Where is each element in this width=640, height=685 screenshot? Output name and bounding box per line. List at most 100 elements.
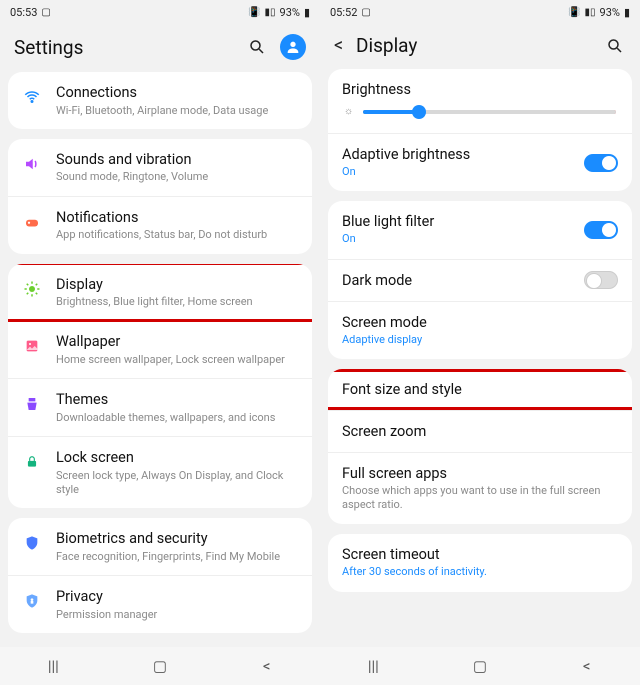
row-title: Connections bbox=[56, 83, 300, 103]
battery-icon: ▮ bbox=[304, 6, 310, 19]
settings-card: ConnectionsWi-Fi, Bluetooth, Airplane mo… bbox=[8, 72, 312, 129]
settings-row-sounds-and-vibration[interactable]: Sounds and vibrationSound mode, Ringtone… bbox=[8, 139, 312, 196]
row-full-screen-apps[interactable]: Full screen apps Choose which apps you wa… bbox=[328, 452, 632, 525]
row-screen-zoom[interactable]: Screen zoom bbox=[328, 410, 632, 452]
search-icon[interactable] bbox=[246, 36, 268, 58]
row-subtitle: On bbox=[342, 165, 618, 179]
notif-icon bbox=[20, 210, 44, 234]
settings-row-connections[interactable]: ConnectionsWi-Fi, Bluetooth, Airplane mo… bbox=[8, 72, 312, 129]
row-subtitle: Screen lock type, Always On Display, and… bbox=[56, 469, 300, 498]
row-title: Display bbox=[56, 275, 300, 295]
row-subtitle: Home screen wallpaper, Lock screen wallp… bbox=[56, 353, 300, 367]
toggle-adaptive-brightness[interactable] bbox=[584, 154, 618, 172]
brightness-row: Brightness ☼ bbox=[328, 69, 632, 133]
media-icon: ▢ bbox=[41, 7, 50, 18]
toggle[interactable] bbox=[584, 221, 618, 239]
brightness-label: Brightness bbox=[342, 81, 618, 98]
nav-back[interactable]: < bbox=[567, 657, 607, 675]
nav-bar: ||| ▢ < bbox=[320, 647, 640, 685]
row-title: Screen timeout bbox=[342, 546, 618, 563]
media-icon: ▢ bbox=[361, 7, 370, 18]
nav-home[interactable]: ▢ bbox=[140, 657, 180, 675]
row-title: Adaptive brightness bbox=[342, 146, 618, 163]
row-screen-timeout[interactable]: Screen timeout After 30 seconds of inacti… bbox=[328, 534, 632, 591]
wallpaper-icon bbox=[20, 334, 44, 358]
sun-icon: ☼ bbox=[344, 106, 353, 117]
sound-icon bbox=[20, 152, 44, 176]
settings-row-display[interactable]: DisplayBrightness, Blue light filter, Ho… bbox=[8, 264, 312, 321]
display-card: Font size and styleScreen zoomFull scree… bbox=[328, 369, 632, 525]
row-subtitle: Permission manager bbox=[56, 608, 300, 622]
row-title: Privacy bbox=[56, 587, 300, 607]
row-title: Sounds and vibration bbox=[56, 150, 300, 170]
row-title: Notifications bbox=[56, 208, 300, 228]
row-blue-light-filter[interactable]: Blue light filter On bbox=[328, 201, 632, 258]
signal-icon: ▮▯ bbox=[585, 7, 596, 18]
profile-avatar[interactable] bbox=[280, 34, 306, 60]
wifi-icon bbox=[20, 85, 44, 109]
phone-settings: 05:53 ▢ 📳 ▮▯ 93% ▮ Settings ConnectionsW… bbox=[0, 0, 320, 685]
settings-card: Biometrics and securityFace recognition,… bbox=[8, 518, 312, 633]
back-button[interactable]: < bbox=[334, 35, 356, 56]
privacy-icon bbox=[20, 589, 44, 613]
battery-icon: ▮ bbox=[624, 6, 630, 19]
settings-list: ConnectionsWi-Fi, Bluetooth, Airplane mo… bbox=[0, 72, 320, 647]
lock-icon bbox=[20, 450, 44, 474]
row-subtitle: After 30 seconds of inactivity. bbox=[342, 565, 618, 579]
status-bar: 05:53 ▢ 📳 ▮▯ 93% ▮ bbox=[0, 0, 320, 24]
vibrate-icon: 📳 bbox=[248, 7, 260, 18]
themes-icon bbox=[20, 392, 44, 416]
display-header: < Display bbox=[320, 24, 640, 69]
settings-row-wallpaper[interactable]: WallpaperHome screen wallpaper, Lock scr… bbox=[8, 320, 312, 378]
nav-home[interactable]: ▢ bbox=[460, 657, 500, 675]
page-title: Display bbox=[356, 34, 604, 57]
brightness-card: Brightness ☼ Adaptive brightness On bbox=[328, 69, 632, 191]
settings-row-privacy[interactable]: PrivacyPermission manager bbox=[8, 575, 312, 633]
nav-recents[interactable]: ||| bbox=[33, 657, 73, 675]
settings-row-lock-screen[interactable]: Lock screenScreen lock type, Always On D… bbox=[8, 436, 312, 508]
row-subtitle: Sound mode, Ringtone, Volume bbox=[56, 170, 300, 184]
row-subtitle: Brightness, Blue light filter, Home scre… bbox=[56, 295, 300, 309]
slider-thumb[interactable] bbox=[412, 105, 426, 119]
status-bar: 05:52 ▢ 📳 ▮▯ 93% ▮ bbox=[320, 0, 640, 24]
page-title: Settings bbox=[14, 36, 246, 59]
brightness-slider[interactable] bbox=[363, 110, 616, 114]
nav-back[interactable]: < bbox=[247, 657, 287, 675]
vibrate-icon: 📳 bbox=[568, 7, 580, 18]
phone-display: 05:52 ▢ 📳 ▮▯ 93% ▮ < Display Brightness ☼… bbox=[320, 0, 640, 685]
status-battery: 93% bbox=[600, 6, 620, 19]
row-screen-mode[interactable]: Screen modeAdaptive display bbox=[328, 301, 632, 359]
display-list: Brightness ☼ Adaptive brightness On Blue … bbox=[320, 69, 640, 647]
display-card: Blue light filter On Dark mode Screen modeA… bbox=[328, 201, 632, 359]
row-subtitle: Face recognition, Fingerprints, Find My … bbox=[56, 550, 300, 564]
settings-row-themes[interactable]: ThemesDownloadable themes, wallpapers, a… bbox=[8, 378, 312, 436]
nav-recents[interactable]: ||| bbox=[353, 657, 393, 675]
status-battery: 93% bbox=[280, 6, 300, 19]
row-title: Lock screen bbox=[56, 448, 300, 468]
row-subtitle: Choose which apps you want to use in the… bbox=[342, 484, 618, 513]
row-font-size-and-style[interactable]: Font size and style bbox=[328, 369, 632, 410]
settings-header: Settings bbox=[0, 24, 320, 72]
row-adaptive-brightness[interactable]: Adaptive brightness On bbox=[328, 133, 632, 191]
row-title: Themes bbox=[56, 390, 300, 410]
status-time: 05:53 bbox=[10, 6, 37, 19]
row-title: Wallpaper bbox=[56, 332, 300, 352]
display-icon bbox=[20, 277, 44, 301]
settings-card: Sounds and vibrationSound mode, Ringtone… bbox=[8, 139, 312, 254]
row-dark-mode[interactable]: Dark mode bbox=[328, 259, 632, 301]
row-subtitle: Wi-Fi, Bluetooth, Airplane mode, Data us… bbox=[56, 104, 300, 118]
toggle[interactable] bbox=[584, 271, 618, 289]
row-subtitle: App notifications, Status bar, Do not di… bbox=[56, 228, 300, 242]
signal-icon: ▮▯ bbox=[265, 7, 276, 18]
search-icon[interactable] bbox=[604, 35, 626, 57]
settings-row-biometrics-and-security[interactable]: Biometrics and securityFace recognition,… bbox=[8, 518, 312, 575]
settings-card: DisplayBrightness, Blue light filter, Ho… bbox=[8, 264, 312, 509]
row-subtitle: On bbox=[342, 232, 618, 246]
row-subtitle: Adaptive display bbox=[342, 333, 618, 347]
row-subtitle: Downloadable themes, wallpapers, and ico… bbox=[56, 411, 300, 425]
row-title: Biometrics and security bbox=[56, 529, 300, 549]
row-title: Dark mode bbox=[342, 272, 618, 289]
row-title: Blue light filter bbox=[342, 213, 618, 230]
row-title: Full screen apps bbox=[342, 465, 618, 482]
settings-row-notifications[interactable]: NotificationsApp notifications, Status b… bbox=[8, 196, 312, 254]
